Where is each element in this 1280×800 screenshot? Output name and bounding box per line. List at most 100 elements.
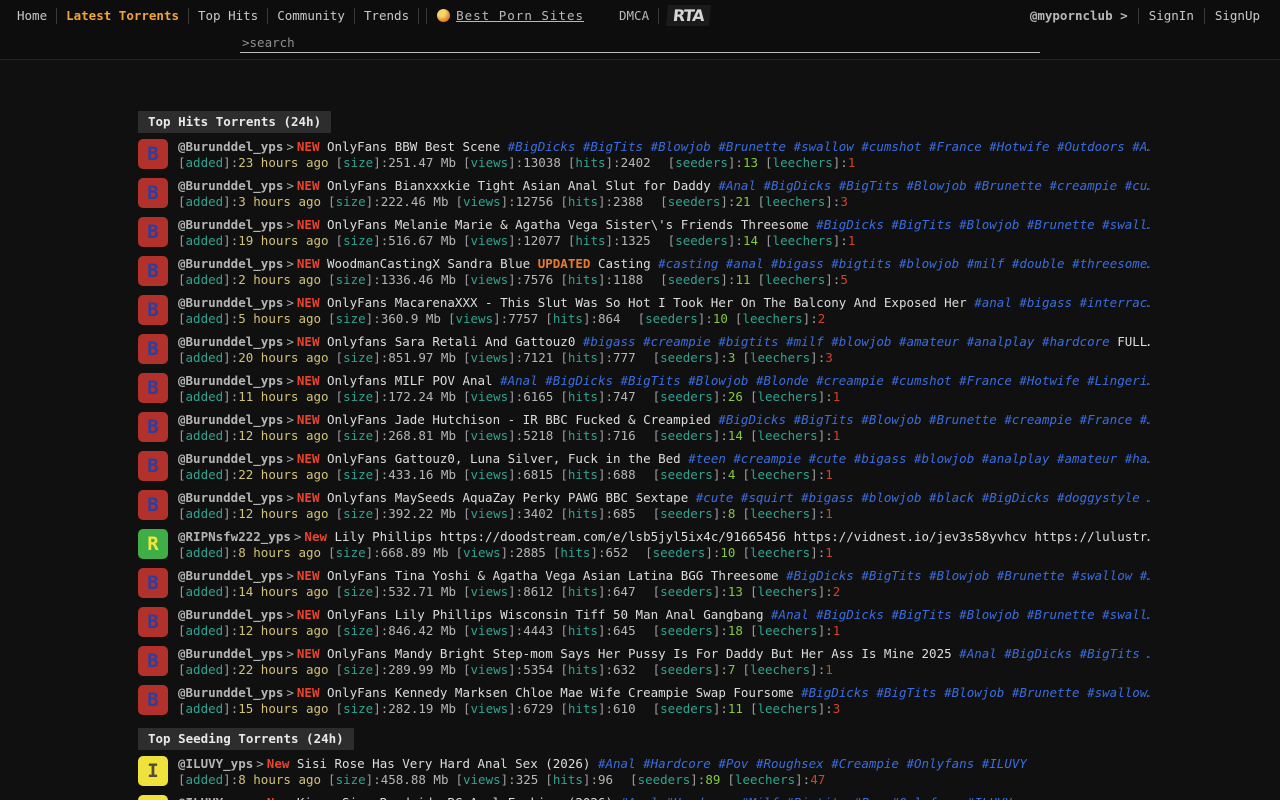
torrent-title[interactable]: Kissa Sins Roadside BG Anal Fucking (202… <box>297 795 613 800</box>
torrent-tags[interactable]: #Anal #BigDicks #BigTits #Blowjob #Brune… <box>718 178 1150 193</box>
torrent-tags[interactable]: #casting #anal #bigass #bigtits #blowjob… <box>658 256 1150 271</box>
uploader-avatar[interactable]: B <box>138 490 168 520</box>
torrent-tags[interactable]: #Anal #Hardcore #Milf #Bigtits #Pov #Onl… <box>621 795 1012 800</box>
torrent-title[interactable]: OnlyFans MacarenaXXX - This Slut Was So … <box>327 295 967 310</box>
nav-item-top-hits[interactable]: Top Hits <box>189 6 267 25</box>
torrent-title[interactable]: OnlyFans Gattouz0, Luna Silver, Fuck in … <box>327 451 681 466</box>
torrent-title[interactable]: OnlyFans Melanie Marie & Agatha Vega Sis… <box>327 217 809 232</box>
meta-added-label: added <box>186 467 224 482</box>
uploader-avatar[interactable]: B <box>138 217 168 247</box>
torrent-title[interactable]: Onlyfans MaySeeds AquaZay Perky PAWG BBC… <box>327 490 688 505</box>
torrent-tags[interactable]: #Anal #BigDicks #BigTits #Blowjob #Blond… <box>500 373 1150 388</box>
uploader-avatar[interactable]: B <box>138 139 168 169</box>
torrent-title[interactable]: OnlyFans Jade Hutchison - IR BBC Fucked … <box>327 412 711 427</box>
new-badge: NEW <box>297 490 320 505</box>
meta-added-label: added <box>186 545 224 560</box>
uploader-avatar[interactable]: B <box>138 256 168 286</box>
torrent-title[interactable]: WoodmanCastingX Sandra Blue <box>327 256 530 271</box>
uploader-name[interactable]: @Burunddel_yps <box>178 178 283 193</box>
torrent-tags[interactable]: #bigass #creampie #bigtits #milf #blowjo… <box>583 334 1110 349</box>
meta-seeders: [seeders]:14 <box>668 233 758 248</box>
uploader-name[interactable]: @Burunddel_yps <box>178 256 283 271</box>
meta-leechers-label: leechers <box>773 233 833 248</box>
torrent-tags[interactable]: #cute #squirt #bigass #blowjob #black #B… <box>696 490 1150 505</box>
meta-added-label: added <box>186 428 224 443</box>
uploader-avatar[interactable]: B <box>138 295 168 325</box>
torrent-title[interactable]: Onlyfans Sara Retali And Gattouz0 <box>327 334 575 349</box>
nav-item-community[interactable]: Community <box>268 6 354 25</box>
torrent-title[interactable]: Sisi Rose Has Very Hard Anal Sex (2026) <box>297 756 591 771</box>
signup-button[interactable]: SignUp <box>1205 6 1270 25</box>
meta-views-value: 12077 <box>523 233 561 248</box>
uploader-avatar[interactable]: R <box>138 529 168 559</box>
uploader-name[interactable]: @Burunddel_yps <box>178 685 283 700</box>
torrent-title[interactable]: Lily Phillips https://doodstream.com/e/l… <box>335 529 1150 544</box>
meta-leechers-value: 1 <box>848 155 856 170</box>
torrent-tags[interactable]: #Anal #Hardcore #Pov #Roughsex #Creampie… <box>598 756 1027 771</box>
torrent-tags[interactable]: #BigDicks #BigTits #Blowjob #Brunette #s… <box>508 139 1150 154</box>
uploader-avatar[interactable]: B <box>138 451 168 481</box>
uploader-name[interactable]: @Burunddel_yps <box>178 295 283 310</box>
meta-added: [added]:5 hours ago <box>178 311 321 326</box>
nav-item-trends[interactable]: Trends <box>355 6 418 25</box>
meta-added-label: added <box>186 233 224 248</box>
search-input[interactable] <box>250 35 1038 50</box>
signin-button[interactable]: SignIn <box>1139 6 1204 25</box>
meta-hits-label: hits <box>568 389 598 404</box>
torrent-title[interactable]: OnlyFans Mandy Bright Step-mom Says Her … <box>327 646 952 661</box>
uploader-avatar[interactable]: B <box>138 685 168 715</box>
nav-item-latest-torrents[interactable]: Latest Torrents <box>57 6 188 25</box>
account-menu[interactable]: @mypornclub > <box>1020 6 1138 25</box>
torrent-title-line: @Burunddel_yps>NEW OnlyFans Tina Yoshi &… <box>178 568 1150 584</box>
meta-leechers-value: 1 <box>825 467 833 482</box>
torrent-title[interactable]: FULL… <box>1117 334 1150 349</box>
torrent-tags[interactable]: #teen #creampie #cute #bigass #blowjob #… <box>688 451 1150 466</box>
torrent-tags[interactable]: #BigDicks #BigTits #Blowjob #Brunette #s… <box>816 217 1150 232</box>
meta-views-value: 7576 <box>523 272 553 287</box>
uploader-name[interactable]: @Burunddel_yps <box>178 139 283 154</box>
nav-item-home[interactable]: Home <box>8 6 56 25</box>
meta-leechers-value: 1 <box>825 545 833 560</box>
uploader-name[interactable]: @Burunddel_yps <box>178 646 283 661</box>
uploader-avatar[interactable]: B <box>138 607 168 637</box>
uploader-name[interactable]: @Burunddel_yps <box>178 568 283 583</box>
uploader-avatar[interactable]: I <box>138 756 168 786</box>
torrent-tags[interactable]: #BigDicks #BigTits #Blowjob #Brunette #c… <box>718 412 1150 427</box>
uploader-avatar[interactable]: B <box>138 646 168 676</box>
uploader-name[interactable]: @Burunddel_yps <box>178 451 283 466</box>
torrent-title[interactable]: Casting <box>598 256 651 271</box>
search-box[interactable]: > <box>240 34 1040 53</box>
uploader-name[interactable]: @ILUVY_yps <box>178 795 253 800</box>
torrent-title[interactable]: OnlyFans Lily Phillips Wisconsin Tiff 50… <box>327 607 764 622</box>
uploader-avatar[interactable]: I <box>138 795 168 800</box>
torrent-row: B@Burunddel_yps>NEW OnlyFans Mandy Brigh… <box>138 646 1150 678</box>
uploader-avatar[interactable]: B <box>138 568 168 598</box>
torrent-title[interactable]: OnlyFans Kennedy Marksen Chloe Mae Wife … <box>327 685 794 700</box>
dmca-link[interactable]: DMCA <box>610 6 658 25</box>
best-porn-sites-icon <box>437 9 450 22</box>
torrent-title[interactable]: OnlyFans BBW Best Scene <box>327 139 500 154</box>
torrent-tags[interactable]: #anal #bigass #interrac… <box>974 295 1150 310</box>
uploader-name[interactable]: @Burunddel_yps <box>178 607 283 622</box>
uploader-avatar[interactable]: B <box>138 412 168 442</box>
chevron-right-icon: > <box>283 607 297 622</box>
torrent-tags[interactable]: #Anal #BigDicks #BigTits … <box>959 646 1150 661</box>
best-porn-sites-link[interactable]: Best Porn Sites <box>456 8 584 23</box>
uploader-name[interactable]: @RIPNsfw222_yps <box>178 529 291 544</box>
torrent-tags[interactable]: #Anal #BigDicks #BigTits #Blowjob #Brune… <box>771 607 1150 622</box>
torrent-tags[interactable]: #BigDicks #BigTits #Blowjob #Brunette #s… <box>801 685 1150 700</box>
uploader-name[interactable]: @ILUVY_yps <box>178 756 253 771</box>
torrent-title[interactable]: OnlyFans Bianxxxkie Tight Asian Anal Slu… <box>327 178 711 193</box>
uploader-avatar[interactable]: B <box>138 178 168 208</box>
uploader-name[interactable]: @Burunddel_yps <box>178 217 283 232</box>
uploader-avatar[interactable]: B <box>138 373 168 403</box>
uploader-name[interactable]: @Burunddel_yps <box>178 334 283 349</box>
meta-views-label: views <box>471 506 509 521</box>
torrent-title[interactable]: Onlyfans MILF POV Anal <box>327 373 493 388</box>
uploader-name[interactable]: @Burunddel_yps <box>178 412 283 427</box>
uploader-name[interactable]: @Burunddel_yps <box>178 373 283 388</box>
uploader-avatar[interactable]: B <box>138 334 168 364</box>
uploader-name[interactable]: @Burunddel_yps <box>178 490 283 505</box>
torrent-tags[interactable]: #BigDicks #BigTits #Blowjob #Brunette #s… <box>786 568 1150 583</box>
torrent-title[interactable]: OnlyFans Tina Yoshi & Agatha Vega Asian … <box>327 568 779 583</box>
